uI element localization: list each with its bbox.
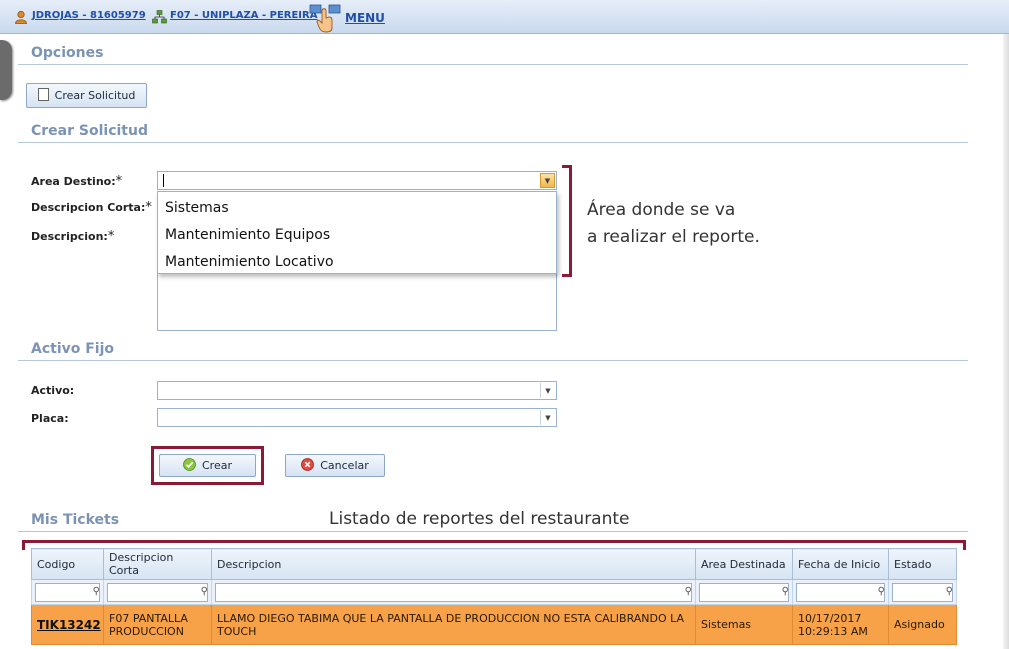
ticket-start-date: 10/17/2017 10:29:13 AM — [792, 604, 889, 645]
section-fixed-asset-title: Activo Fijo — [18, 341, 968, 361]
filter-input[interactable]: ⚲ — [796, 582, 885, 602]
plate-label: Placa: — [31, 412, 69, 425]
crear-button[interactable]: Crear — [159, 454, 256, 477]
chevron-down-icon[interactable]: ▼ — [540, 173, 555, 188]
column-header-start-date[interactable]: Fecha de Inicio — [792, 548, 889, 580]
top-bar: JDROJAS - 81605979 F07 - UNIPLAZA - PERE… — [0, 0, 1009, 34]
table-annotation: Listado de reportes del restaurante — [329, 509, 630, 529]
dropdown-option[interactable]: Mantenimiento Locativo — [158, 252, 556, 279]
asset-label: Activo: — [31, 384, 75, 397]
required-mark: * — [115, 174, 123, 189]
column-header-codigo[interactable]: Codigo — [31, 548, 104, 580]
filter-icon[interactable]: ⚲ — [782, 586, 789, 597]
menu-hand-icon[interactable] — [309, 3, 343, 37]
cancelar-button[interactable]: Cancelar — [285, 454, 385, 477]
filter-row: ⚲ ⚲ ⚲ ⚲ ⚲ ⚲ — [31, 579, 957, 605]
menu-link[interactable]: MENU — [345, 11, 385, 25]
column-header-status[interactable]: Estado — [888, 548, 957, 580]
filter-input[interactable]: ⚲ — [35, 582, 100, 602]
filter-icon[interactable]: ⚲ — [878, 586, 885, 597]
section-options-title: Opciones — [18, 45, 968, 65]
filter-input[interactable]: ⚲ — [699, 582, 789, 602]
area-destino-dropdown-list: Sistemas Mantenimiento Equipos Mantenimi… — [157, 191, 557, 274]
section-create-request-title: Crear Solicitud — [18, 123, 968, 143]
chevron-down-icon[interactable]: ▼ — [540, 410, 555, 425]
ticket-area: Sistemas — [695, 604, 793, 645]
filter-input[interactable]: ⚲ — [107, 582, 208, 602]
description-label: Descripcion:* — [31, 229, 115, 244]
user-link[interactable]: JDROJAS - 81605979 — [32, 10, 146, 21]
store-link[interactable]: F07 - UNIPLAZA - PEREIRA — [170, 10, 317, 21]
ticket-status: Asignado — [888, 604, 957, 645]
filter-icon[interactable]: ⚲ — [946, 586, 953, 597]
user-icon — [14, 9, 28, 28]
short-description-label: Descripcion Corta:* — [31, 200, 152, 215]
chevron-down-icon[interactable]: ▼ — [540, 383, 555, 398]
filter-icon[interactable]: ⚲ — [93, 586, 100, 597]
column-header-area[interactable]: Area Destinada — [695, 548, 793, 580]
create-request-label: Crear Solicitud — [54, 89, 136, 102]
asset-select[interactable]: ▼ — [157, 381, 557, 400]
cancelar-label: Cancelar — [320, 459, 369, 472]
plate-select[interactable]: ▼ — [157, 408, 557, 427]
filter-input[interactable]: ⚲ — [215, 582, 692, 602]
area-destino-select[interactable]: ▼ — [157, 171, 557, 190]
crear-label: Crear — [202, 459, 232, 472]
filter-icon[interactable]: ⚲ — [685, 586, 692, 597]
check-icon — [183, 457, 196, 474]
create-request-button[interactable]: Crear Solicitud — [26, 83, 147, 108]
area-destino-label: Area Destino:* — [31, 174, 123, 189]
ticket-desc: LLAMO DIEGO TABIMA QUE LA PANTALLA DE PR… — [211, 604, 696, 645]
cancel-icon — [301, 457, 315, 474]
ticket-short-desc: F07 PANTALLA PRODUCCION — [103, 604, 212, 645]
table-header-row: Codigo Descripcion Corta Descripcion Are… — [31, 548, 957, 580]
ticket-code-link[interactable]: TIK13242 — [31, 604, 104, 645]
tickets-table: Codigo Descripcion Corta Descripcion Are… — [31, 548, 957, 645]
document-icon — [37, 87, 49, 104]
dropdown-option[interactable]: Sistemas — [158, 198, 556, 225]
text-caret — [163, 174, 164, 187]
table-row[interactable]: TIK13242 F07 PANTALLA PRODUCCION LLAMO D… — [31, 604, 957, 645]
area-annotation: Área donde se va a realizar el reporte. — [587, 200, 760, 247]
filter-input[interactable]: ⚲ — [892, 582, 953, 602]
dropdown-option[interactable]: Mantenimiento Equipos — [158, 225, 556, 252]
column-header-desc[interactable]: Descripcion — [211, 548, 696, 580]
side-panel-handle[interactable] — [0, 40, 12, 100]
column-header-short-desc[interactable]: Descripcion Corta — [103, 548, 212, 580]
network-icon — [152, 9, 167, 28]
scrollbar-track[interactable] — [1003, 34, 1009, 649]
annotation-bracket — [562, 165, 572, 277]
filter-icon[interactable]: ⚲ — [201, 586, 208, 597]
